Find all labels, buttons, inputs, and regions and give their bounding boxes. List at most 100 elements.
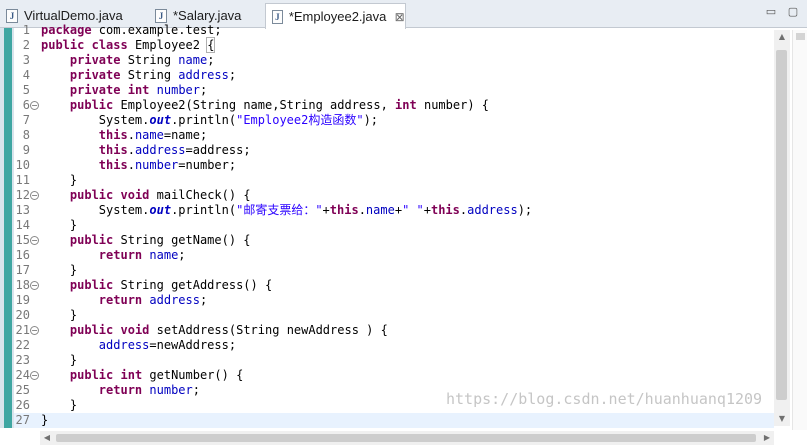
field-token: name (178, 53, 208, 67)
code-line[interactable]: 8 this.name=name; (14, 128, 774, 143)
code-editor[interactable]: 1 package com.example.test; 2 public class … (0, 23, 807, 446)
code-line[interactable]: 11 } (14, 173, 774, 188)
fold-toggle-icon[interactable]: − (30, 326, 39, 335)
line-number: 13 (15, 203, 30, 217)
line-number: 10 (15, 158, 30, 172)
keyword-token: int (127, 83, 150, 97)
code-line[interactable]: 9 this.address=address; (14, 143, 774, 158)
code-line[interactable]: 18− public String getAddress() { (14, 278, 774, 293)
code-line[interactable]: 10 this.number=number; (14, 158, 774, 173)
code-token: System. (41, 203, 150, 217)
code-line[interactable]: 14 } (14, 218, 774, 233)
line-number: 14 (15, 218, 30, 232)
code-token: com.example.test; (91, 23, 222, 37)
code-line[interactable]: 1 package com.example.test; (14, 23, 774, 38)
code-line[interactable]: 4 private String address; (14, 68, 774, 83)
keyword-token: private (69, 53, 121, 67)
code-token: ; (228, 68, 237, 82)
code-area[interactable]: 1 package com.example.test; 2 public class … (14, 23, 774, 428)
tab-label: *Employee2.java (288, 9, 387, 24)
code-token: } (41, 308, 78, 322)
keyword-token: return (98, 293, 143, 307)
code-line[interactable]: 6− public Employee2(String name,String a… (14, 98, 774, 113)
close-tab-icon[interactable]: ⊠ (394, 10, 405, 24)
fold-toggle-icon[interactable]: − (30, 236, 39, 245)
line-number: 17 (15, 263, 30, 277)
line-number: 11 (15, 173, 30, 187)
minimize-icon[interactable]: ▭ (765, 6, 777, 18)
field-token: number (134, 158, 179, 172)
code-token: . (127, 158, 135, 172)
code-token: + (423, 203, 431, 217)
code-line[interactable]: 21− public void setAddress(String newAdd… (14, 323, 774, 338)
scroll-down-icon[interactable]: ▼ (774, 412, 790, 426)
code-line[interactable]: 27} (14, 413, 774, 428)
code-token: . (127, 128, 135, 142)
line-number: 18 (15, 278, 30, 292)
code-line[interactable]: 19 return address; (14, 293, 774, 308)
watermark: https://blog.csdn.net/huanhuanq1209 (446, 390, 763, 408)
window-controls: ▭ ▢ (765, 6, 799, 18)
code-token: String (120, 68, 179, 82)
code-text: this.address=address; (41, 143, 251, 158)
code-token: name (243, 98, 273, 112)
code-token: ); (363, 113, 379, 127)
fold-toggle-icon[interactable]: − (30, 371, 39, 380)
line-number: 7 (22, 113, 30, 127)
keyword-token: return (98, 248, 143, 262)
code-line[interactable]: 24− public int getNumber() { (14, 368, 774, 383)
keyword-token: this (98, 143, 128, 157)
code-line[interactable]: 23 } (14, 353, 774, 368)
code-token: ; (178, 248, 186, 262)
code-line[interactable]: 12− public void mailCheck() { (14, 188, 774, 203)
fold-toggle-icon[interactable]: − (30, 101, 39, 110)
code-text: private String name; (41, 53, 215, 68)
maximize-icon[interactable]: ▢ (787, 6, 799, 18)
horizontal-scroll-thumb[interactable] (56, 434, 756, 442)
string-token: " " (402, 203, 424, 217)
horizontal-scrollbar[interactable]: ◀ ▶ (40, 431, 774, 445)
code-text: public void mailCheck() { (41, 188, 251, 203)
string-token: "邮寄支票给：" (236, 203, 323, 217)
code-text: System.out.println("邮寄支票给："+this.name+" … (41, 203, 532, 218)
vertical-scroll-thumb[interactable] (776, 50, 787, 400)
overview-marker (796, 33, 805, 40)
code-text: } (41, 173, 77, 188)
code-line[interactable]: 16 return name; (14, 248, 774, 263)
vertical-scrollbar[interactable]: ▲ ▼ (774, 30, 790, 426)
code-line[interactable]: 20 } (14, 308, 774, 323)
keyword-token: this (430, 203, 460, 217)
code-line[interactable]: 22 address=newAddress; (14, 338, 774, 353)
field-token: number (156, 83, 200, 97)
code-line[interactable]: 5 private int number; (14, 83, 774, 98)
keyword-token: this (329, 203, 359, 217)
code-text: } (41, 413, 48, 428)
fold-toggle-icon[interactable]: − (30, 191, 39, 200)
code-line[interactable]: 13 System.out.println("邮寄支票给："+this.name… (14, 203, 774, 218)
code-token: out (149, 203, 172, 217)
code-line[interactable]: 2 public class Employee2 { (14, 37, 774, 53)
line-number: 21 (15, 323, 30, 337)
keyword-token: public (69, 98, 114, 112)
code-token: Employee2 (127, 38, 208, 52)
change-ruler (0, 28, 14, 428)
code-line[interactable]: 7 System.out.println("Employee2构造函数"); (14, 113, 774, 128)
code-line[interactable]: 3 private String name; (14, 53, 774, 68)
fold-toggle-icon[interactable]: − (30, 281, 39, 290)
line-number: 20 (15, 308, 30, 322)
overview-ruler[interactable] (792, 30, 807, 430)
scroll-up-icon[interactable]: ▲ (774, 30, 790, 44)
scroll-right-icon[interactable]: ▶ (760, 431, 774, 445)
code-line[interactable]: 17 } (14, 263, 774, 278)
code-token: . (358, 203, 366, 217)
code-text: public class Employee2 { (41, 37, 216, 53)
code-token: number (423, 98, 468, 112)
scroll-left-icon[interactable]: ◀ (40, 431, 54, 445)
code-line[interactable]: 15− public String getName() { (14, 233, 774, 248)
